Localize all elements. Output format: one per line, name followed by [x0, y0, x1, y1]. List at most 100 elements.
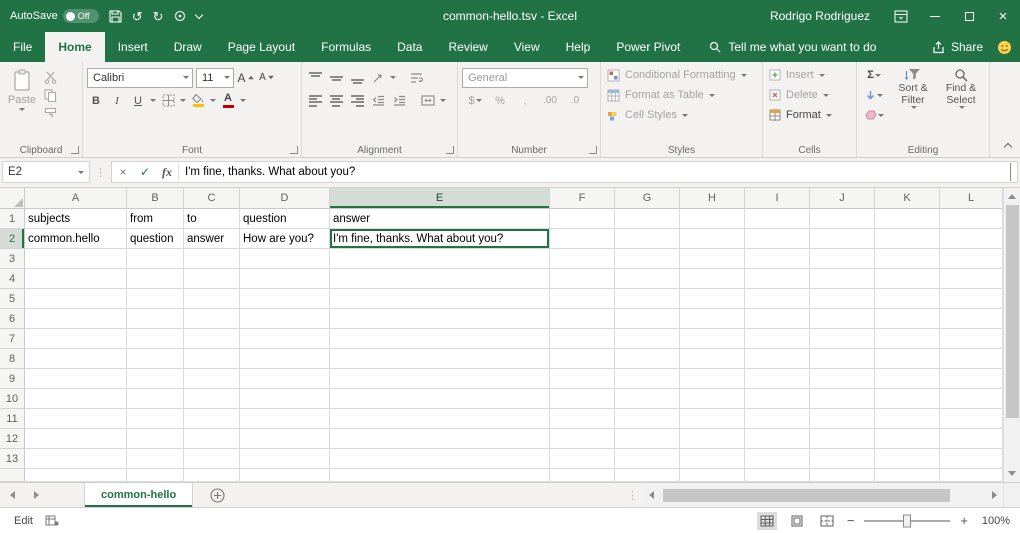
cell-D5[interactable]: [240, 289, 330, 309]
font-family-select[interactable]: Calibri: [87, 68, 193, 88]
cell-F13[interactable]: [550, 449, 615, 469]
cell-H3[interactable]: [680, 249, 745, 269]
formula-input[interactable]: I'm fine, thanks. What about you?: [178, 162, 1004, 182]
cell-F9[interactable]: [550, 369, 615, 389]
ribbon-display-options-icon[interactable]: [884, 0, 918, 32]
percent-icon[interactable]: %: [491, 92, 509, 110]
cell-H9[interactable]: [680, 369, 745, 389]
cell-A3[interactable]: [25, 249, 127, 269]
cell-F2[interactable]: [550, 229, 615, 249]
cell-C12[interactable]: [184, 429, 240, 449]
cell-F11[interactable]: [550, 409, 615, 429]
cell-I7[interactable]: [745, 329, 810, 349]
cell-E7[interactable]: [330, 329, 550, 349]
cell-J6[interactable]: [810, 309, 875, 329]
cell-C13[interactable]: [184, 449, 240, 469]
row-header-partial[interactable]: [0, 469, 25, 482]
cell-K2[interactable]: [875, 229, 940, 249]
clipboard-dialog-launcher-icon[interactable]: [71, 146, 79, 154]
cell-E1[interactable]: answer: [330, 209, 550, 229]
zoom-out-icon[interactable]: −: [847, 514, 855, 527]
cell-partial[interactable]: [240, 469, 330, 482]
increase-font-icon[interactable]: A: [237, 69, 255, 87]
orientation-icon[interactable]: [369, 69, 387, 87]
cell-L8[interactable]: [940, 349, 1003, 369]
zoom-level[interactable]: 100%: [978, 515, 1010, 527]
format-as-table-button[interactable]: Format as Table: [603, 85, 760, 105]
cell-K5[interactable]: [875, 289, 940, 309]
cell-J9[interactable]: [810, 369, 875, 389]
autosum-button[interactable]: Σ: [859, 65, 889, 85]
cell-C6[interactable]: [184, 309, 240, 329]
minimize-button[interactable]: [918, 0, 952, 32]
fill-color-icon[interactable]: [189, 92, 207, 110]
row-header-7[interactable]: 7: [0, 329, 25, 349]
cell-C2[interactable]: answer: [184, 229, 240, 249]
cell-C4[interactable]: [184, 269, 240, 289]
cell-B7[interactable]: [127, 329, 184, 349]
tab-home[interactable]: Home: [45, 32, 104, 62]
share-button[interactable]: Share: [932, 32, 1020, 62]
cell-J10[interactable]: [810, 389, 875, 409]
cell-K13[interactable]: [875, 449, 940, 469]
cell-A8[interactable]: [25, 349, 127, 369]
cell-G7[interactable]: [615, 329, 680, 349]
cell-H10[interactable]: [680, 389, 745, 409]
cell-G1[interactable]: [615, 209, 680, 229]
column-header-E[interactable]: E: [330, 188, 550, 209]
cell-K4[interactable]: [875, 269, 940, 289]
tab-view[interactable]: View: [501, 32, 553, 62]
cell-A1[interactable]: subjects: [25, 209, 127, 229]
column-header-K[interactable]: K: [875, 188, 940, 209]
enter-icon[interactable]: ✓: [134, 165, 156, 179]
cell-D9[interactable]: [240, 369, 330, 389]
tab-file[interactable]: File: [0, 32, 45, 62]
select-all-corner[interactable]: [0, 188, 25, 209]
cell-J12[interactable]: [810, 429, 875, 449]
tab-data[interactable]: Data: [384, 32, 435, 62]
format-button[interactable]: Format: [765, 105, 854, 125]
cell-D1[interactable]: question: [240, 209, 330, 229]
collapse-ribbon-icon[interactable]: [1004, 143, 1012, 151]
cell-partial[interactable]: [25, 469, 127, 482]
scroll-down-icon[interactable]: [1004, 465, 1020, 482]
cell-E11[interactable]: [330, 409, 550, 429]
cell-F1[interactable]: [550, 209, 615, 229]
cell-D10[interactable]: [240, 389, 330, 409]
row-header-3[interactable]: 3: [0, 249, 25, 269]
merge-center-icon[interactable]: [419, 92, 437, 110]
cell-B10[interactable]: [127, 389, 184, 409]
bold-button[interactable]: B: [87, 92, 105, 110]
cell-J3[interactable]: [810, 249, 875, 269]
redo-icon[interactable]: ↻: [153, 10, 164, 23]
column-header-D[interactable]: D: [240, 188, 330, 209]
cell-I9[interactable]: [745, 369, 810, 389]
cell-A4[interactable]: [25, 269, 127, 289]
tab-review[interactable]: Review: [435, 32, 500, 62]
cell-I1[interactable]: [745, 209, 810, 229]
row-header-2[interactable]: 2: [0, 229, 25, 249]
font-color-icon[interactable]: A: [219, 92, 237, 110]
cell-G9[interactable]: [615, 369, 680, 389]
cell-H2[interactable]: [680, 229, 745, 249]
cell-partial[interactable]: [745, 469, 810, 482]
align-bottom-icon[interactable]: [348, 69, 366, 87]
cell-E13[interactable]: [330, 449, 550, 469]
cell-F4[interactable]: [550, 269, 615, 289]
feedback-smiley-icon[interactable]: [997, 40, 1012, 55]
cell-K7[interactable]: [875, 329, 940, 349]
row-header-12[interactable]: 12: [0, 429, 25, 449]
cell-G13[interactable]: [615, 449, 680, 469]
cell-partial[interactable]: [184, 469, 240, 482]
cell-F10[interactable]: [550, 389, 615, 409]
cell-H4[interactable]: [680, 269, 745, 289]
row-header-1[interactable]: 1: [0, 209, 25, 229]
cell-I11[interactable]: [745, 409, 810, 429]
scroll-left-icon[interactable]: [643, 483, 660, 507]
cell-partial[interactable]: [550, 469, 615, 482]
zoom-slider-thumb[interactable]: [903, 514, 911, 527]
align-middle-icon[interactable]: [327, 69, 345, 87]
cell-A7[interactable]: [25, 329, 127, 349]
alignment-dialog-launcher-icon[interactable]: [446, 146, 454, 154]
italic-button[interactable]: I: [108, 92, 126, 110]
